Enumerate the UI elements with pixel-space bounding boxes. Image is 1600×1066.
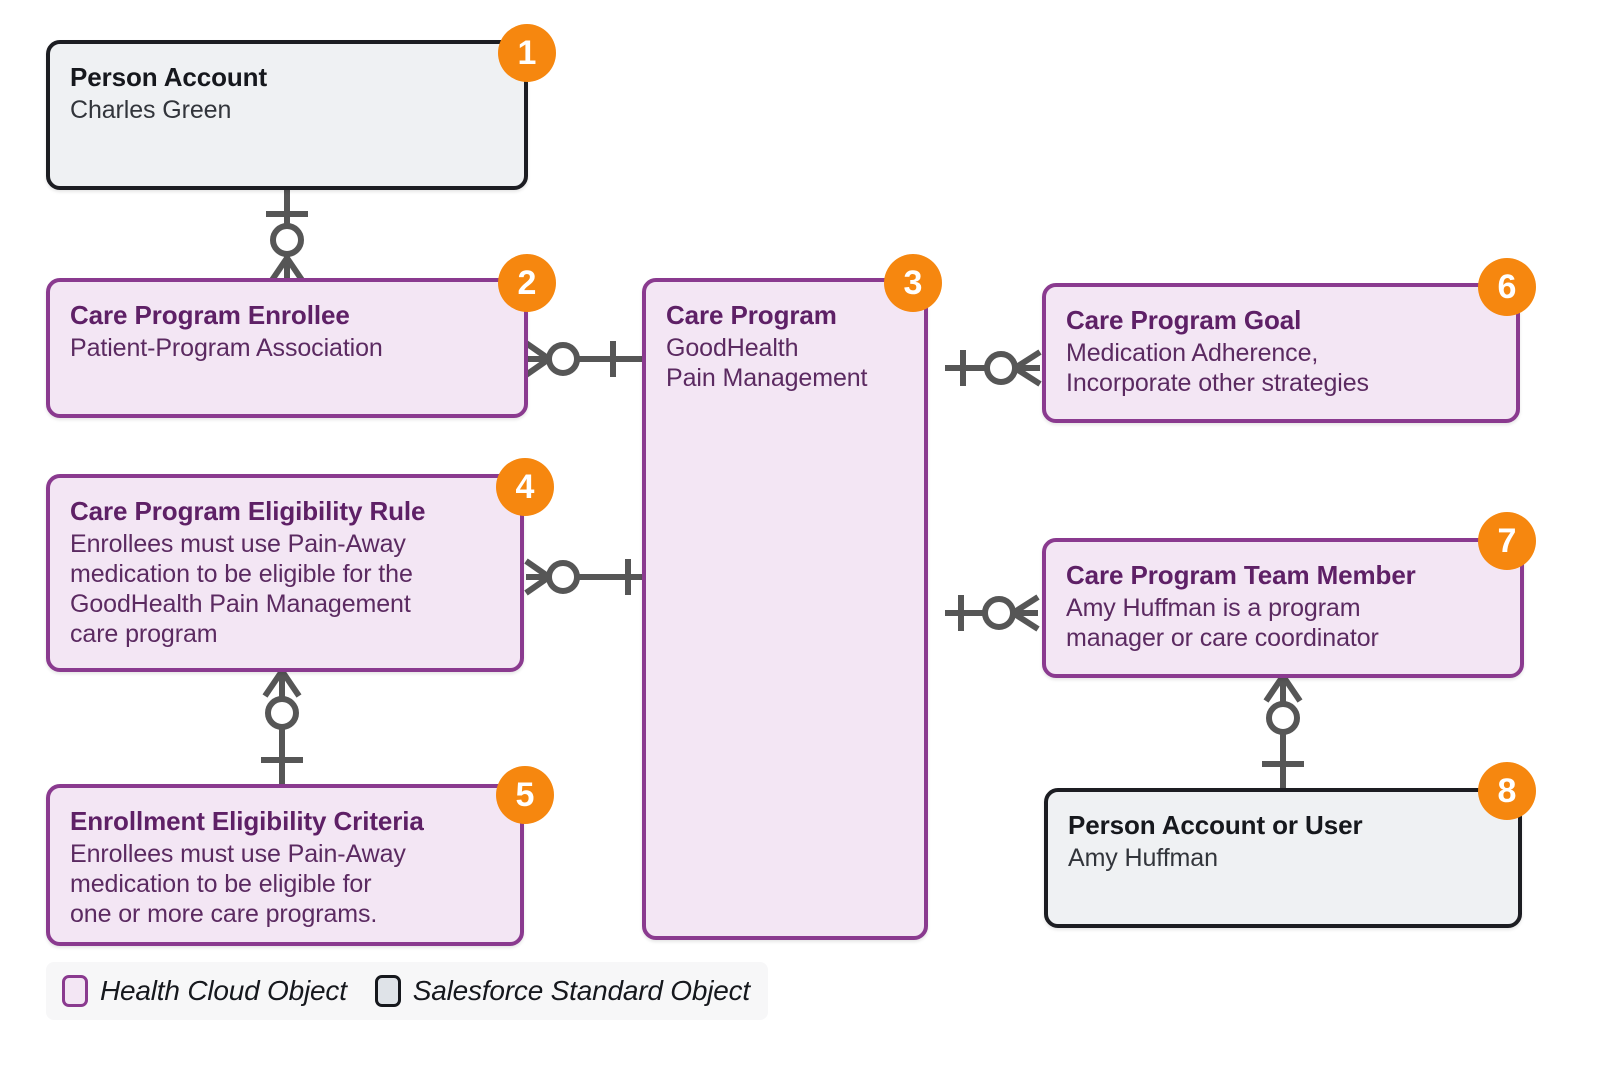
entity-subtitle: Medication Adherence, Incorporate other … <box>1066 338 1369 397</box>
entity-title: Care Program Enrollee <box>70 300 350 330</box>
entity-title: Care Program Team Member <box>1066 560 1416 590</box>
step-badge-1: 1 <box>498 24 556 82</box>
entity-subtitle: Patient-Program Association <box>70 333 383 362</box>
relationship-team-member-to-person-account-or-user <box>1262 674 1304 790</box>
entity-care-program-goal[interactable]: Care Program Goal Medication Adherence, … <box>1042 283 1520 423</box>
entity-subtitle: Enrollees must use Pain-Away medication … <box>70 529 413 649</box>
entity-title: Care Program Goal <box>1066 305 1302 335</box>
health-cloud-swatch-icon <box>62 975 88 1007</box>
entity-subtitle: Charles Green <box>70 95 232 124</box>
step-badge-2: 2 <box>498 254 556 312</box>
entity-person-account-or-user[interactable]: Person Account or User Amy Huffman <box>1044 788 1522 928</box>
legend: Health Cloud Object Salesforce Standard … <box>46 962 768 1020</box>
step-badge-6: 6 <box>1478 258 1536 316</box>
step-badge-3: 3 <box>884 254 942 312</box>
entity-subtitle: Amy Huffman <box>1068 843 1218 872</box>
relationship-enrollee-to-care-program <box>524 340 642 378</box>
legend-label: Health Cloud Object <box>100 975 347 1006</box>
entity-person-account[interactable]: Person Account Charles Green <box>46 40 528 190</box>
relationship-eligibility-rule-to-criteria <box>261 669 303 788</box>
relationship-care-program-to-goal <box>945 349 1042 387</box>
entity-title: Person Account <box>70 62 268 92</box>
legend-item-salesforce-standard: Salesforce Standard Object <box>374 975 750 1007</box>
entity-subtitle: Enrollees must use Pain-Away medication … <box>70 839 406 929</box>
legend-label: Salesforce Standard Object <box>412 975 750 1006</box>
relationship-eligibility-rule-to-care-program <box>524 558 642 596</box>
entity-title: Enrollment Eligibility Criteria <box>70 806 424 836</box>
legend-item-health-cloud: Health Cloud Object <box>62 975 347 1007</box>
relationship-care-program-to-team-member <box>945 594 1040 632</box>
relationship-person-account-to-enrollee <box>266 190 308 285</box>
entity-care-program-team-member[interactable]: Care Program Team Member Amy Huffman is … <box>1042 538 1524 678</box>
entity-title: Care Program Eligibility Rule <box>70 496 426 526</box>
entity-care-program-eligibility-rule[interactable]: Care Program Eligibility Rule Enrollees … <box>46 474 524 672</box>
entity-care-program[interactable]: Care Program GoodHealth Pain Management <box>642 278 928 940</box>
step-badge-5: 5 <box>496 766 554 824</box>
salesforce-standard-swatch-icon <box>374 975 401 1007</box>
step-badge-4: 4 <box>496 458 554 516</box>
entity-enrollment-eligibility-criteria[interactable]: Enrollment Eligibility Criteria Enrollee… <box>46 784 524 946</box>
entity-title: Person Account or User <box>1068 810 1363 840</box>
entity-care-program-enrollee[interactable]: Care Program Enrollee Patient-Program As… <box>46 278 528 418</box>
step-badge-8: 8 <box>1478 762 1536 820</box>
entity-title: Care Program <box>666 300 837 330</box>
step-badge-7: 7 <box>1478 512 1536 570</box>
entity-subtitle: Amy Huffman is a program manager or care… <box>1066 593 1379 652</box>
entity-subtitle: GoodHealth Pain Management <box>666 333 868 392</box>
